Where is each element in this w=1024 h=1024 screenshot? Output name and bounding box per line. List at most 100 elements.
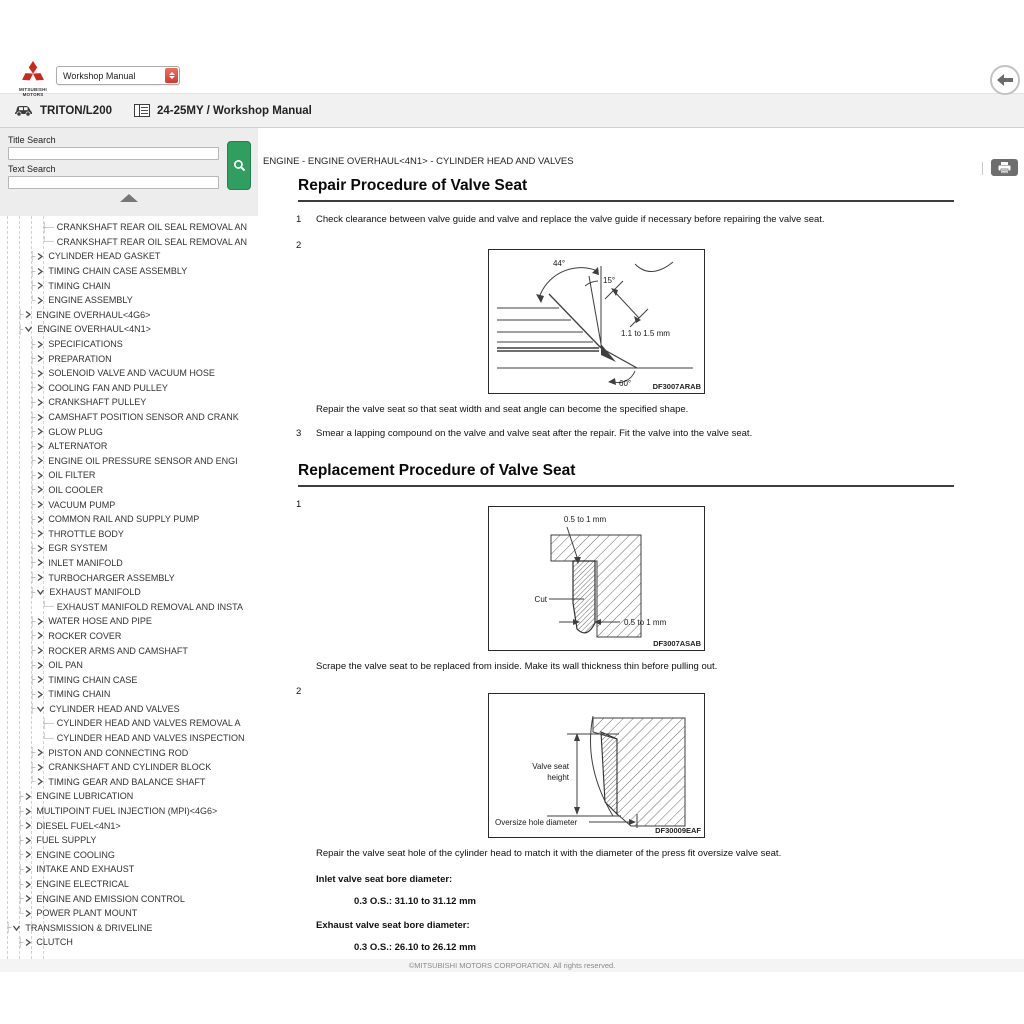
tree-item[interactable]: ├PISTON AND CONNECTING ROD (0, 745, 258, 760)
fig2-cut-label: Cut (535, 595, 548, 604)
tree-connector: ├ (29, 704, 35, 713)
tree-item[interactable]: ├ENGINE OVERHAUL<4G6> (0, 308, 258, 323)
tree-item[interactable]: ├OIL PAN (0, 658, 258, 673)
tree-item[interactable]: ├ENGINE AND EMISSION CONTROL (0, 891, 258, 906)
tree-item[interactable]: ├INLET MANIFOLD (0, 556, 258, 571)
step-note: Scrape the valve seat to be replaced fro… (316, 661, 960, 674)
tree-item-label: ENGINE ELECTRICAL (36, 879, 129, 889)
tree-item[interactable]: ├GLOW PLUG (0, 424, 258, 439)
model-name: TRITON/L200 (40, 105, 112, 117)
tree-item[interactable]: └─CRANKSHAFT REAR OIL SEAL REMOVAL AN (0, 235, 258, 250)
tree-item[interactable]: ├ROCKER ARMS AND CAMSHAFT (0, 643, 258, 658)
chevron-right-icon (36, 617, 44, 626)
tree-item[interactable]: ├CLUTCH (0, 935, 258, 950)
tree-item-label: EGR SYSTEM (48, 543, 107, 553)
tree-item-label: ENGINE AND EMISSION CONTROL (36, 894, 185, 904)
tree-item[interactable]: ├SPECIFICATIONS (0, 337, 258, 352)
chevron-right-icon (36, 631, 44, 640)
text-search-input[interactable] (8, 176, 219, 189)
tree-item[interactable]: ├CYLINDER HEAD AND VALVES (0, 702, 258, 717)
tree-item[interactable]: ├VACUUM PUMP (0, 497, 258, 512)
manual-select[interactable]: Workshop Manual (56, 66, 180, 85)
tree-item[interactable]: ├SOLENOID VALVE AND VACUUM HOSE (0, 366, 258, 381)
tree-item-label: OIL PAN (48, 660, 83, 670)
tree-item[interactable]: ├ENGINE LUBRICATION (0, 789, 258, 804)
chevron-right-icon (24, 880, 32, 889)
tree-item[interactable]: ├TIMING CHAIN CASE ASSEMBLY (0, 264, 258, 279)
tree-item[interactable]: ├ OIL COOLER (0, 483, 258, 498)
sidebar-collapse-toggle[interactable] (120, 194, 138, 202)
fig2-top-label: 0.5 to 1 mm (564, 515, 607, 524)
tree-item-label: ROCKER COVER (48, 631, 121, 641)
content-pane: ENGINE - ENGINE OVERHAUL<4N1> - CYLINDER… (258, 128, 1024, 959)
tree-item[interactable]: ├EXHAUST MANIFOLD (0, 585, 258, 600)
tree-item[interactable]: ├CAMSHAFT POSITION SENSOR AND CRANK (0, 410, 258, 425)
tree-item[interactable]: ├WATER HOSE AND PIPE (0, 614, 258, 629)
chevron-right-icon (36, 500, 44, 509)
tree-connector: ├ (29, 631, 35, 640)
tree-item[interactable]: ├THROTTLE BODY (0, 526, 258, 541)
tree-item[interactable]: ├─CYLINDER HEAD AND VALVES REMOVAL A (0, 716, 258, 731)
print-button[interactable] (991, 159, 1018, 176)
tree-item[interactable]: ├CRANKSHAFT PULLEY (0, 395, 258, 410)
fig3-height-label1: Valve seat (532, 762, 570, 771)
tree-item[interactable]: ├DIESEL FUEL<4N1> (0, 818, 258, 833)
tree-connector: ├ (29, 544, 35, 553)
chevron-right-icon (24, 938, 32, 947)
tree-item[interactable]: ├ ROCKER COVER (0, 629, 258, 644)
figure-code: DF3007ARAB (653, 382, 701, 391)
tree-item[interactable]: └─CYLINDER HEAD AND VALVES INSPECTION (0, 731, 258, 746)
tree-item[interactable]: ├COOLING FAN AND PULLEY (0, 381, 258, 396)
tree-item-label: THROTTLE BODY (48, 529, 124, 539)
tree-item-label: OIL COOLER (48, 485, 103, 495)
copyright-text: ©MITSUBISHI MOTORS CORPORATION. All righ… (409, 961, 616, 970)
chevron-right-icon (24, 821, 32, 830)
manual-book-icon (134, 104, 150, 117)
tree-item-label: CAMSHAFT POSITION SENSOR AND CRANK (48, 412, 238, 422)
tree-item[interactable]: ├OIL FILTER (0, 468, 258, 483)
tree-item[interactable]: └POWER PLANT MOUNT (0, 906, 258, 921)
back-button[interactable] (990, 65, 1020, 95)
chevron-right-icon (36, 252, 44, 261)
tree-item-label: ENGINE OVERHAUL<4N1> (37, 324, 151, 334)
mitsubishi-diamonds-icon (20, 60, 46, 82)
tree-item[interactable]: ├ALTERNATOR (0, 439, 258, 454)
tree-item[interactable]: ├COMMON RAIL AND SUPPLY PUMP (0, 512, 258, 527)
tree-item[interactable]: ├ EGR SYSTEM (0, 541, 258, 556)
tree-item[interactable]: ├TRANSMISSION & DRIVELINE (0, 921, 258, 936)
tree-connector: ├ (29, 588, 35, 597)
tree-connector: ├ (17, 807, 23, 816)
tree-item-label: CYLINDER HEAD AND VALVES REMOVAL A (57, 718, 241, 728)
tree-item[interactable]: ├─CRANKSHAFT REAR OIL SEAL REMOVAL AN (0, 220, 258, 235)
tree-item[interactable]: ├FUEL SUPPLY (0, 833, 258, 848)
tree-item[interactable]: ├INTAKE AND EXHAUST (0, 862, 258, 877)
tree-item-label: POWER PLANT MOUNT (36, 908, 137, 918)
chevron-right-icon (36, 340, 44, 349)
tree-item[interactable]: ├ENGINE ELECTRICAL (0, 877, 258, 892)
tree-item[interactable]: ├TIMING CHAIN (0, 278, 258, 293)
tree-item[interactable]: └TIMING GEAR AND BALANCE SHAFT (0, 775, 258, 790)
search-button[interactable] (227, 141, 251, 190)
tree-item[interactable]: ├PREPARATION (0, 351, 258, 366)
title-search-input[interactable] (8, 147, 219, 160)
tree-item[interactable]: ├CRANKSHAFT AND CYLINDER BLOCK (0, 760, 258, 775)
search-icon (233, 159, 246, 172)
tree-item-label: TIMING CHAIN CASE (48, 675, 137, 685)
tree-item[interactable]: ├ENGINE OVERHAUL<4N1> (0, 322, 258, 337)
tree-item[interactable]: ├TIMING CHAIN (0, 687, 258, 702)
tree-item[interactable]: ├TIMING CHAIN CASE (0, 672, 258, 687)
tree-item[interactable]: └─EXHAUST MANIFOLD REMOVAL AND INSTA (0, 599, 258, 614)
tree-item[interactable]: ├CYLINDER HEAD GASKET (0, 249, 258, 264)
tree-item[interactable]: ├ENGINE COOLING (0, 848, 258, 863)
tree-item[interactable]: └ENGINE ASSEMBLY (0, 293, 258, 308)
tree-item[interactable]: ├MULTIPOINT FUEL INJECTION (MPI)<4G6> (0, 804, 258, 819)
tree-item-label: FUEL SUPPLY (36, 835, 96, 845)
tree-item-label: WATER HOSE AND PIPE (48, 616, 152, 626)
tree-item[interactable]: ├TURBOCHARGER ASSEMBLY (0, 570, 258, 585)
tree-item-label: INTAKE AND EXHAUST (36, 864, 134, 874)
tree-item-label: PISTON AND CONNECTING ROD (48, 748, 188, 758)
tree-item-label: TURBOCHARGER ASSEMBLY (48, 573, 174, 583)
tree-item[interactable]: ├ENGINE OIL PRESSURE SENSOR AND ENGI (0, 454, 258, 469)
tree-connector: ├ (17, 821, 23, 830)
tree-connector: ├ (29, 485, 35, 494)
